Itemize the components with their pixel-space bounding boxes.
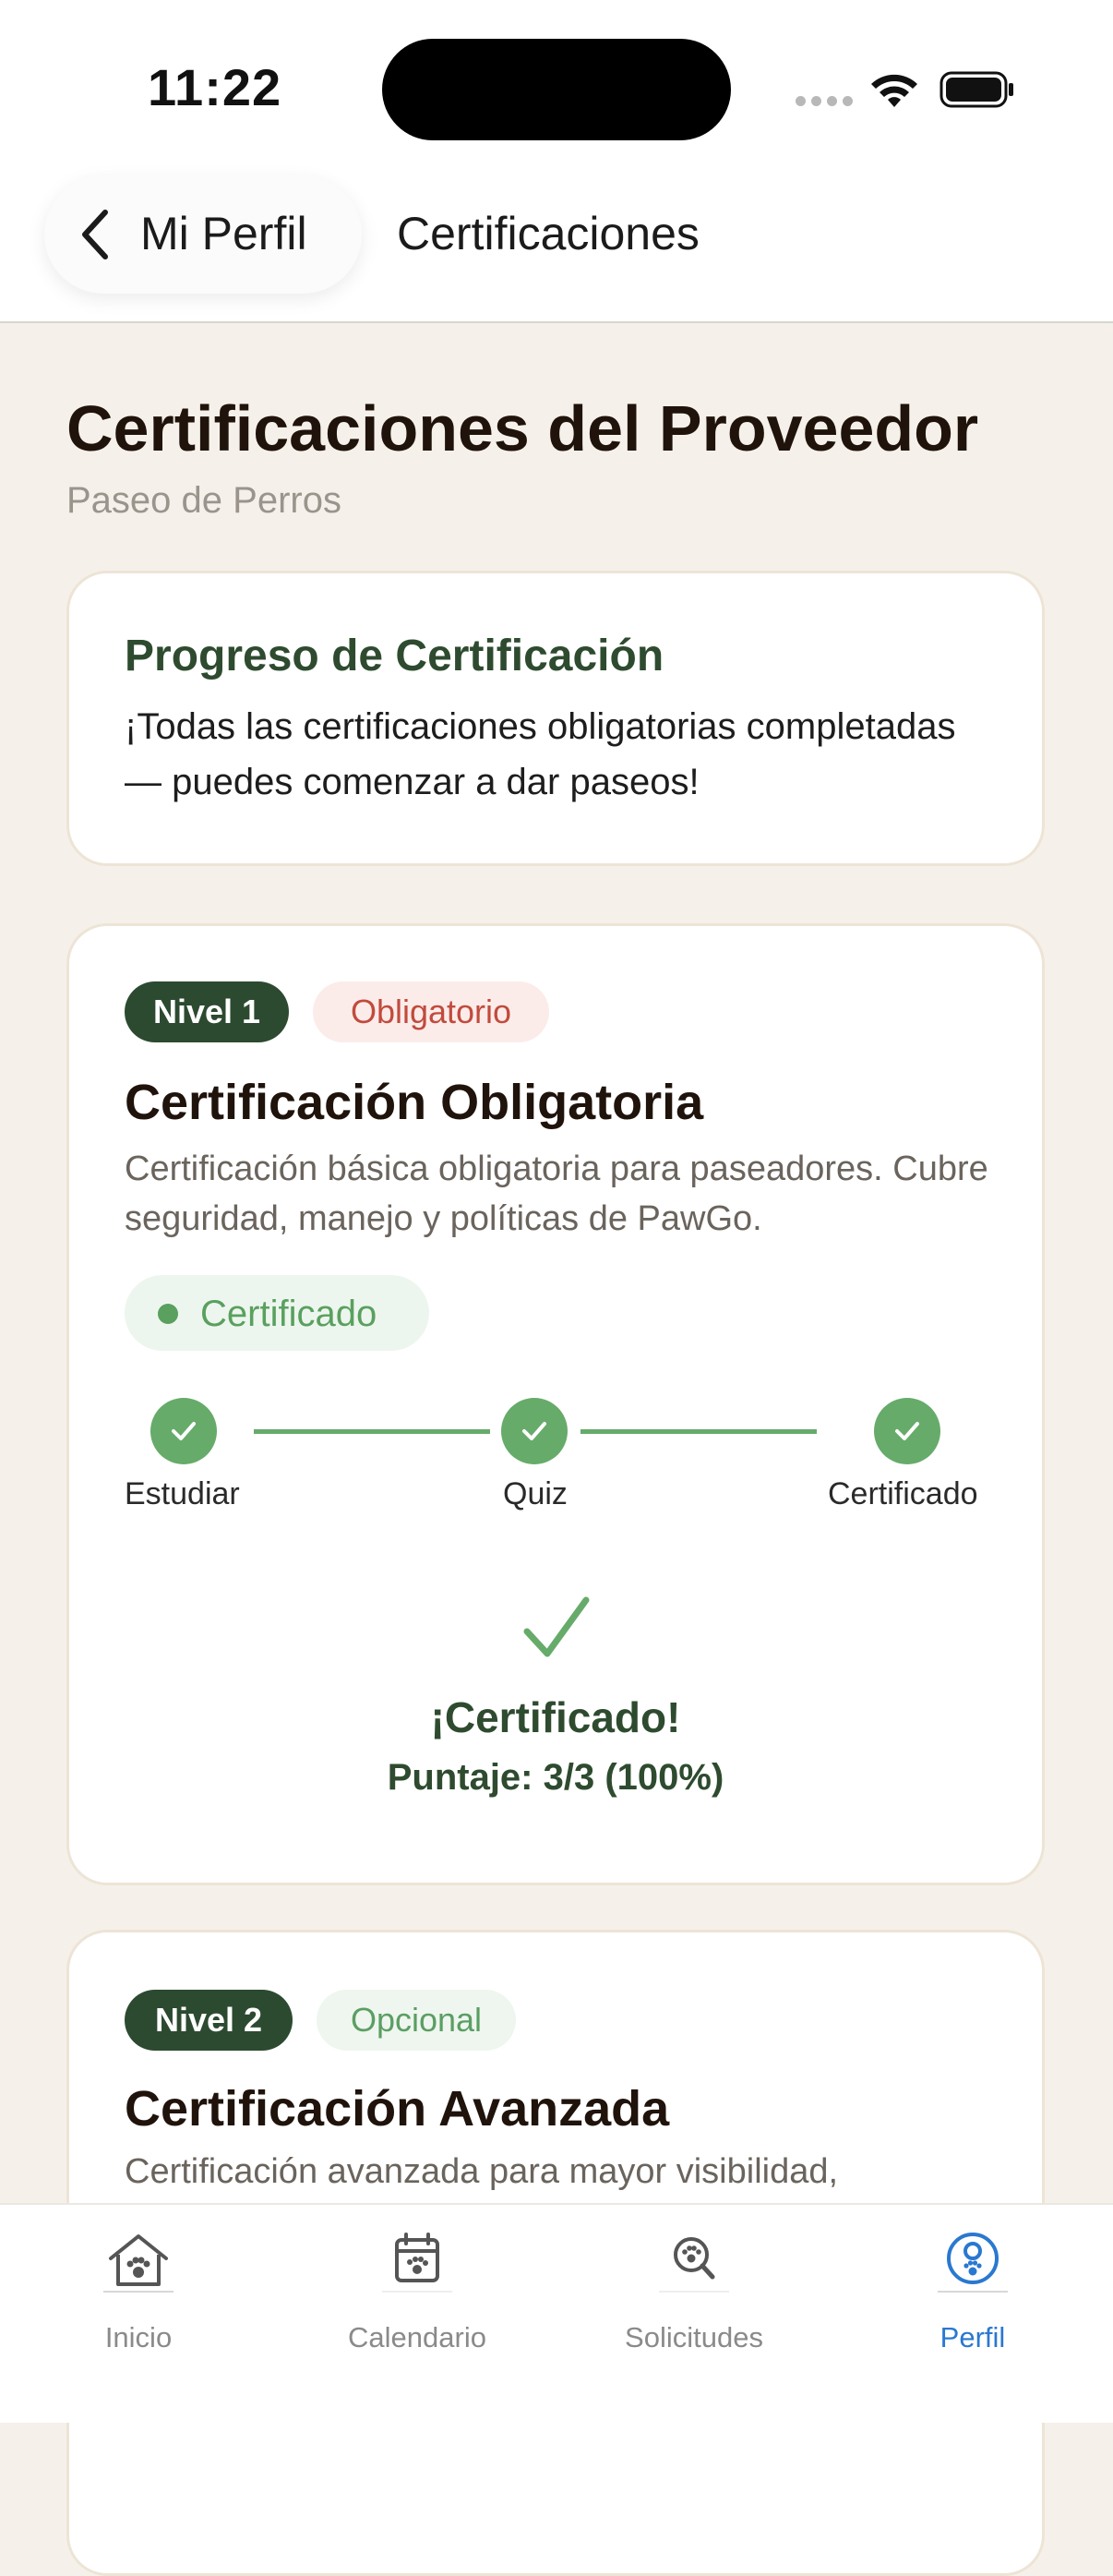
chevron-left-icon	[82, 210, 108, 259]
back-label: Mi Perfil	[140, 208, 307, 259]
step-certified-check-icon	[874, 1398, 940, 1464]
search-paw-icon	[659, 2237, 729, 2293]
certification-title: Certificación Obligatoria	[125, 1075, 704, 1130]
back-button[interactable]: Mi Perfil	[44, 175, 362, 294]
required-badge: Obligatorio	[313, 981, 549, 1042]
profile-paw-icon	[938, 2233, 1008, 2293]
optional-badge: Opcional	[317, 1990, 516, 2051]
certified-score: Puntaje: 3/3 (100%)	[387, 1757, 724, 1798]
tab-calendario[interactable]: Calendario	[279, 2205, 556, 2423]
battery-icon	[939, 71, 1013, 108]
dynamic-island	[382, 39, 731, 140]
status-time: 11:22	[148, 58, 282, 116]
step-label-study: Estudiar	[125, 1476, 240, 1511]
progress-title: Progreso de Certificación	[125, 632, 664, 680]
certification-description: Certificación avanzada para mayor visibi…	[125, 2152, 839, 2191]
status-label: Certificado	[200, 1294, 377, 1334]
step-connector	[254, 1429, 490, 1434]
page-title: Certificaciones del Proveedor	[66, 392, 979, 464]
certified-status-badge: Certificado	[125, 1275, 429, 1351]
wifi-icon	[871, 74, 917, 107]
large-check-icon	[523, 1596, 590, 1657]
status-dot	[158, 1304, 178, 1324]
tab-solicitudes[interactable]: Solicitudes	[556, 2205, 832, 2423]
page-subtitle: Paseo de Perros	[66, 480, 341, 521]
level-badge: Nivel 1	[125, 981, 289, 1042]
step-label-quiz: Quiz	[503, 1476, 568, 1511]
level-badge: Nivel 2	[125, 1990, 293, 2051]
cellular-signal-icon	[796, 96, 853, 106]
tab-perfil[interactable]: Perfil	[834, 2205, 1111, 2423]
step-connector	[580, 1429, 817, 1434]
tab-label: Calendario	[348, 2321, 486, 2353]
tab-inicio[interactable]: Inicio	[0, 2205, 277, 2423]
step-label-certified: Certificado	[828, 1476, 978, 1511]
calendar-paw-icon	[382, 2233, 452, 2293]
tab-label: Inicio	[104, 2321, 173, 2353]
certification-progress-card: Progreso de Certificación ¡Todas las cer…	[66, 571, 1045, 866]
progress-text: ¡Todas las certificaciones obligatorias …	[125, 706, 956, 802]
certified-result-title: ¡Certificado!	[430, 1693, 681, 1741]
home-paw-icon	[103, 2234, 174, 2293]
nav-title: Certificaciones	[397, 208, 700, 259]
step-study-check-icon	[150, 1398, 217, 1464]
bottom-tab-bar: Inicio Calendario Solicitudes Perfil	[0, 2203, 1113, 2423]
tab-label: Solicitudes	[625, 2321, 763, 2353]
certification-title: Certificación Avanzada	[125, 2081, 670, 2137]
certification-description: Certificación básica obligatoria para pa…	[125, 1150, 988, 1238]
status-bar: 11:22	[0, 0, 1113, 175]
tab-label: Perfil	[939, 2321, 1006, 2353]
navigation-bar: Mi Perfil Certificaciones	[0, 175, 1113, 323]
certification-card-level-1[interactable]: Nivel 1 Obligatorio Certificación Obliga…	[66, 923, 1045, 1885]
step-quiz-check-icon	[501, 1398, 568, 1464]
